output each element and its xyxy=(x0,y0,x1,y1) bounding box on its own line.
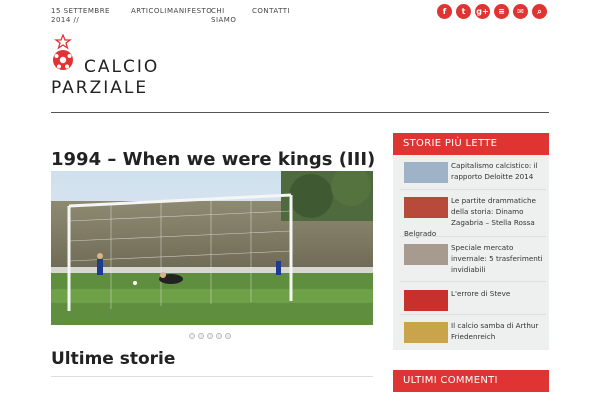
header-divider xyxy=(51,112,549,113)
story-title[interactable]: L'errore di Steve xyxy=(451,289,510,298)
story-title[interactable]: Speciale mercato invernale: 5 trasferime… xyxy=(451,243,543,274)
site-title-line2: PARZIALE xyxy=(51,78,149,98)
slider-dot[interactable] xyxy=(216,333,222,339)
nav-contatti[interactable]: CONTATTI xyxy=(252,7,290,16)
latest-comments-header: ULTIMI COMMENTI xyxy=(393,370,549,392)
site-title[interactable]: CALCIO PARZIALE xyxy=(51,57,159,99)
popular-stories-header: STORIE PIÙ LETTE xyxy=(393,133,549,155)
story-divider xyxy=(400,281,546,282)
stadium-goal-photo xyxy=(51,171,373,325)
hero-image[interactable] xyxy=(51,171,373,325)
slider-dot[interactable] xyxy=(198,333,204,339)
story-thumbnail[interactable] xyxy=(404,290,448,311)
slider-dot[interactable] xyxy=(207,333,213,339)
twitter-icon[interactable]: t xyxy=(456,4,471,19)
story-item[interactable]: Le partite drammatiche della storia: Din… xyxy=(404,195,544,239)
story-thumbnail[interactable] xyxy=(404,162,448,183)
story-item[interactable]: Il calcio samba di Arthur Friedenreich xyxy=(404,320,544,343)
story-item[interactable]: L'errore di Steve xyxy=(404,288,544,311)
nav-manifesto[interactable]: MANIFESTO xyxy=(167,7,212,16)
story-thumbnail[interactable] xyxy=(404,197,448,218)
story-thumbnail[interactable] xyxy=(404,322,448,343)
story-title[interactable]: Capitalismo calcistico: il rapporto Delo… xyxy=(451,161,538,181)
search-icon[interactable]: ⌕ xyxy=(532,4,547,19)
story-divider xyxy=(400,236,546,237)
story-divider xyxy=(400,314,546,315)
slider-pagination xyxy=(189,333,231,339)
slider-dot[interactable] xyxy=(189,333,195,339)
slider-dot[interactable] xyxy=(225,333,231,339)
post-title[interactable]: 1994 – When we were kings (III) xyxy=(51,149,375,170)
site-title-line1: CALCIO xyxy=(84,57,160,77)
story-item[interactable]: Speciale mercato invernale: 5 trasferime… xyxy=(404,242,544,275)
nav-articoli[interactable]: ARTICOLI xyxy=(131,7,167,16)
section-title: Ultime storie xyxy=(51,349,176,369)
googleplus-icon[interactable]: g+ xyxy=(475,4,490,19)
story-thumbnail[interactable] xyxy=(404,244,448,265)
story-item[interactable]: Capitalismo calcistico: il rapporto Delo… xyxy=(404,160,544,183)
header-date: 15 SETTEMBRE 2014 // xyxy=(51,7,110,24)
rss-icon[interactable]: ≡ xyxy=(494,4,509,19)
email-icon[interactable]: ✉ xyxy=(513,4,528,19)
story-title[interactable]: Il calcio samba di Arthur Friedenreich xyxy=(451,321,538,341)
story-divider xyxy=(400,189,546,190)
social-links: f t g+ ≡ ✉ ⌕ xyxy=(437,4,547,19)
nav-chi-siamo[interactable]: CHI SIAMO xyxy=(211,7,241,25)
section-divider xyxy=(51,376,373,377)
facebook-icon[interactable]: f xyxy=(437,4,452,19)
